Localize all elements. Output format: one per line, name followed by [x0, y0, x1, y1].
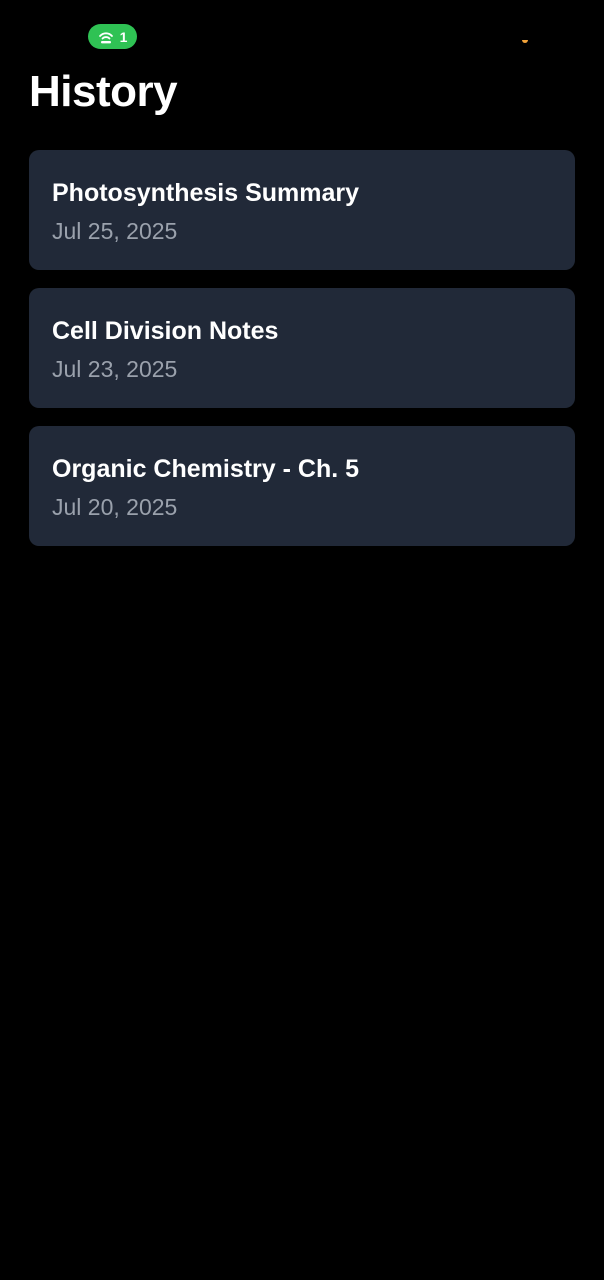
history-item-title: Organic Chemistry - Ch. 5 — [52, 455, 360, 483]
history-item[interactable]: Cell Division Notes Jul 23, 2025 — [29, 288, 575, 408]
history-list: Photosynthesis Summary Jul 25, 2025 Cell… — [29, 150, 575, 546]
hotspot-icon — [98, 30, 114, 44]
hotspot-count: 1 — [119, 28, 128, 45]
history-item-date: Jul 23, 2025 — [52, 356, 178, 382]
status-bar: 1 — [0, 0, 604, 60]
page-title: History — [29, 67, 178, 116]
history-item-title: Photosynthesis Summary — [52, 179, 360, 207]
history-item-date: Jul 20, 2025 — [52, 494, 178, 520]
history-item[interactable]: Photosynthesis Summary Jul 25, 2025 — [29, 150, 575, 270]
history-item-title: Cell Division Notes — [52, 317, 279, 345]
history-item[interactable]: Organic Chemistry - Ch. 5 Jul 20, 2025 — [29, 426, 575, 546]
history-item-date: Jul 25, 2025 — [52, 218, 178, 244]
hotspot-indicator[interactable]: 1 — [88, 24, 137, 49]
privacy-indicator — [522, 40, 528, 43]
